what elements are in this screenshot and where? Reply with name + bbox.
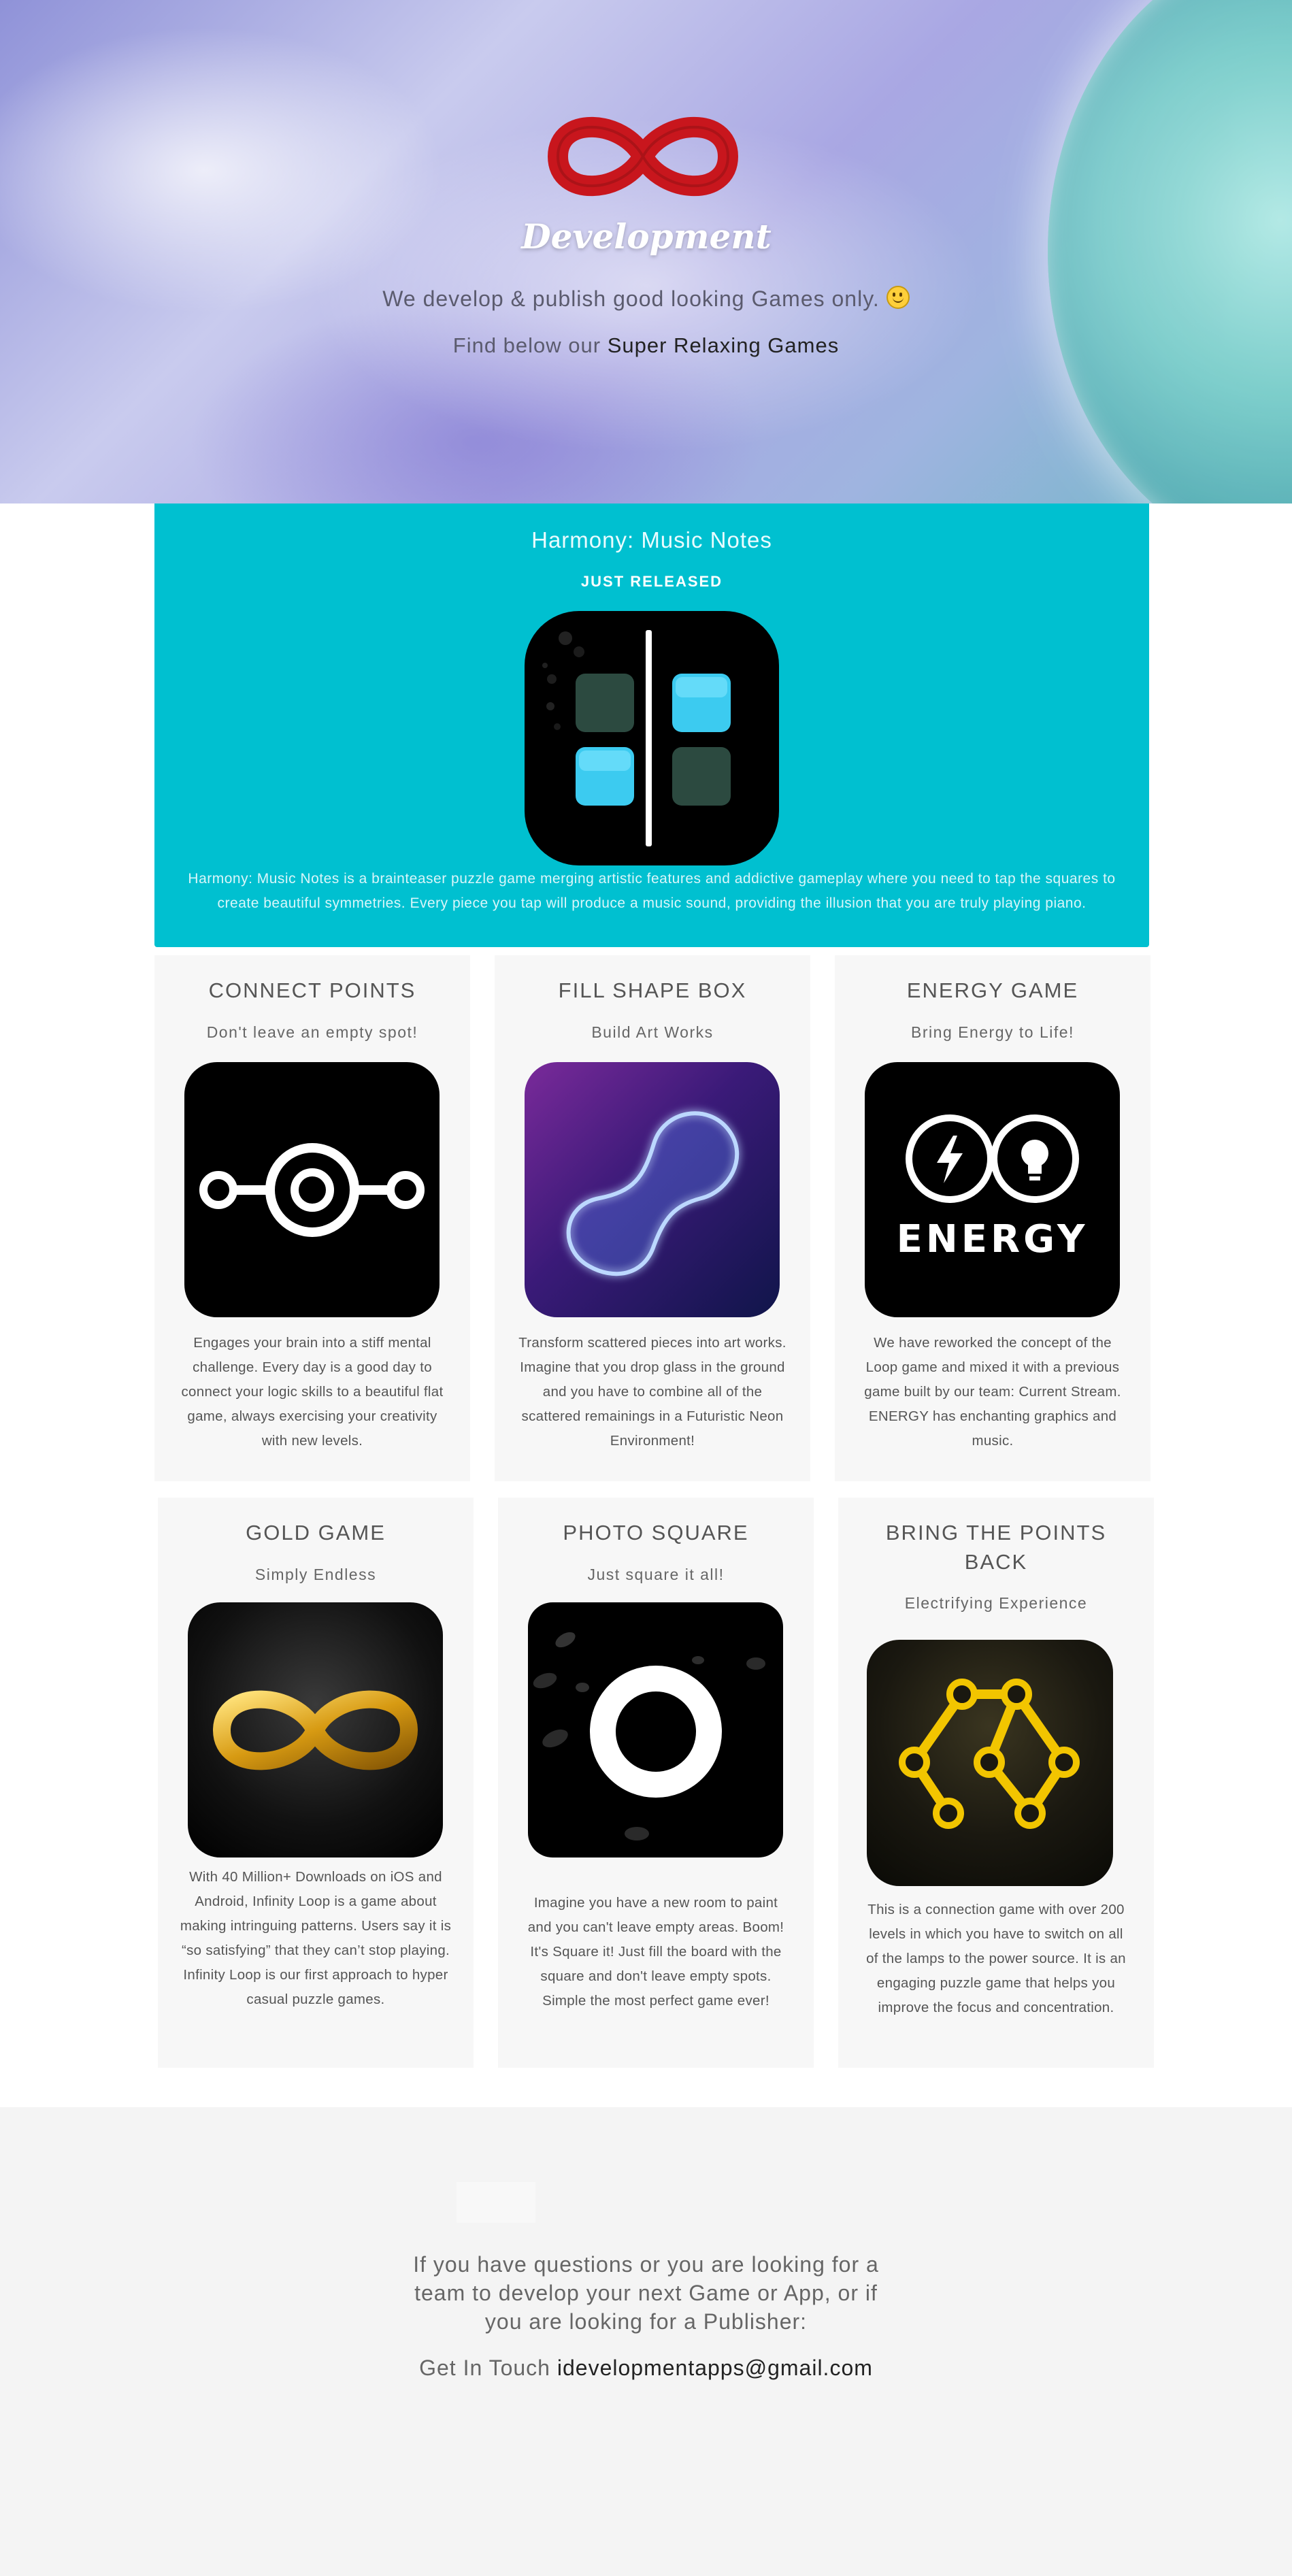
neon-shape-icon[interactable]: [525, 1062, 780, 1317]
infinity-logo-icon: [547, 116, 739, 197]
game-title: GOLD GAME: [246, 1521, 386, 1545]
contact-email-link[interactable]: idevelopmentapps@gmail.com: [557, 2356, 873, 2380]
featured-game-card: Harmony: Music Notes JUST RELEASED Harmo…: [154, 503, 1149, 947]
energy-icon-text: ENERGY: [896, 1217, 1089, 1261]
game-card-photo-square: PHOTO SQUARE Just square it all! Imagine…: [498, 1498, 814, 2068]
just-released-badge: JUST RELEASED: [580, 573, 723, 590]
game-subtitle: Simply Endless: [254, 1566, 377, 1583]
game-card-energy: ENERGY GAME Bring Energy to Life! ENERGY…: [835, 955, 1150, 1481]
game-title: CONNECT POINTS: [208, 978, 416, 1002]
harmony-music-notes-icon[interactable]: [525, 611, 779, 865]
game-description: This is a connection game with over 200 …: [866, 1902, 1126, 2015]
game-description: Transform scattered pieces into art work…: [518, 1335, 786, 1449]
game-title: BRING THE POINTS BACK: [885, 1521, 1107, 1574]
smiley-icon: [886, 286, 910, 309]
game-title: ENERGY GAME: [906, 978, 1079, 1002]
footer-contact: Get In Touch idevelopmentapps@gmail.com: [0, 2356, 1292, 2381]
game-subtitle: Don't leave an empty spot!: [206, 1023, 418, 1041]
game-card-fill-shape-box: FILL SHAPE BOX Build Art Works Transform…: [495, 955, 810, 1481]
photo-square-icon[interactable]: [528, 1602, 783, 1857]
contact-prefix: Get In Touch: [419, 2356, 557, 2380]
connect-points-icon[interactable]: [184, 1062, 440, 1317]
logo-wordmark: Development: [521, 216, 772, 257]
game-description: With 40 Million+ Downloads on iOS and An…: [180, 1869, 452, 2007]
game-card-bring-points-back: BRING THE POINTS BACK Electrifying Exper…: [838, 1498, 1154, 2068]
hero-banner: Development We develop & publish good lo…: [0, 0, 1292, 503]
game-description: Engages your brain into a stiff mental c…: [181, 1335, 444, 1449]
planet-graphic: [1048, 0, 1292, 503]
game-subtitle: Build Art Works: [591, 1023, 714, 1041]
game-subtitle: Just square it all!: [587, 1566, 725, 1583]
featured-description: Harmony: Music Notes is a brainteaser pu…: [188, 871, 1116, 911]
gold-infinity-icon[interactable]: [188, 1602, 443, 1857]
footer-question: If you have questions or you are looking…: [413, 2252, 879, 2334]
hero-subtagline-strong: Super Relaxing Games: [607, 333, 840, 357]
game-subtitle: Bring Energy to Life!: [911, 1023, 1074, 1041]
hero-tagline: We develop & publish good looking Games …: [0, 286, 1292, 312]
hero-subtagline: Find below our Super Relaxing Games: [0, 333, 1292, 358]
game-description: We have reworked the concept of the Loop…: [864, 1335, 1121, 1449]
featured-title: Harmony: Music Notes: [531, 527, 772, 552]
game-title: PHOTO SQUARE: [563, 1521, 749, 1545]
hero-subtagline-prefix: Find below our: [452, 333, 608, 357]
game-subtitle: Electrifying Experience: [904, 1594, 1088, 1612]
game-card-gold: GOLD GAME Simply Endless With 40 Million…: [158, 1498, 474, 2068]
hero-tagline-text: We develop & publish good looking Games …: [382, 286, 880, 311]
bring-points-icon[interactable]: [867, 1640, 1113, 1886]
game-description: Imagine you have a new room to paint and…: [527, 1895, 784, 2009]
game-card-connect-points: CONNECT POINTS Don't leave an empty spot…: [154, 955, 470, 1481]
footer: If you have questions or you are looking…: [0, 2107, 1292, 2576]
energy-icon[interactable]: ENERGY: [865, 1062, 1120, 1317]
game-title: FILL SHAPE BOX: [558, 978, 747, 1002]
footer-placeholder-image: [457, 2182, 535, 2223]
